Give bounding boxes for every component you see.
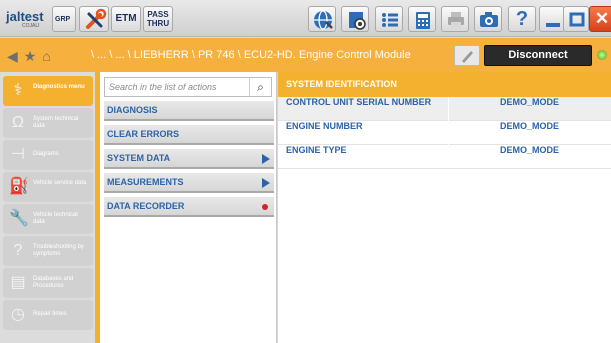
calculator-button[interactable] bbox=[408, 6, 436, 32]
top-toolbar: jaltest COJALI GRP ETM PASS THRU ? ✕ bbox=[0, 0, 611, 37]
stethoscope-icon: ⚕ bbox=[13, 82, 23, 99]
expand-arrow-icon bbox=[262, 154, 270, 164]
sidebar-item-label: System technical data bbox=[33, 116, 79, 129]
document-gear-icon: ▤ bbox=[10, 274, 26, 291]
calculator-icon bbox=[416, 12, 430, 29]
row-value: DEMO_MODE bbox=[500, 121, 560, 131]
sidebar-item-label: Diagnostics menu bbox=[33, 84, 85, 90]
help-button[interactable]: ? bbox=[508, 6, 536, 32]
thru-label: THRU bbox=[146, 19, 170, 28]
printer-icon bbox=[448, 12, 464, 28]
pass-thru-button[interactable]: PASS THRU bbox=[143, 6, 173, 32]
row-key: ENGINE NUMBER bbox=[286, 121, 363, 131]
sidebar-item-vehicle-service-data[interactable]: ⛽ Vehicle service data bbox=[3, 172, 93, 202]
row-key: CONTROL UNIT SERIAL NUMBER bbox=[286, 97, 432, 107]
content-panel: SYSTEM IDENTIFICATION CONTROL UNIT SERIA… bbox=[278, 72, 611, 343]
sidebar-item-system-technical-data[interactable]: Ω System technical data bbox=[3, 108, 93, 138]
wrench-icon: 🔧 bbox=[9, 210, 29, 227]
list-icon bbox=[382, 13, 398, 27]
grp-button[interactable]: GRP bbox=[52, 6, 76, 32]
oil-can-icon: ⛽ bbox=[9, 178, 29, 195]
section-header: SYSTEM IDENTIFICATION bbox=[278, 72, 611, 97]
question-wrench-icon: ? bbox=[13, 242, 23, 259]
sidebar-item-label: Repair times bbox=[33, 311, 67, 317]
sidebar-item-databases-procedures[interactable]: ▤ Databases and Procedures bbox=[3, 268, 93, 298]
wiring-icon bbox=[349, 12, 366, 30]
camera-icon bbox=[480, 12, 498, 27]
list-button[interactable] bbox=[375, 6, 403, 32]
search-icon[interactable]: ⌕ bbox=[249, 78, 271, 96]
breadcrumb-bar: ◀★⌂ \ ... \ ... \ LIEBHERR \ PR 746 \ EC… bbox=[0, 38, 611, 72]
jaltest-window: jaltest COJALI GRP ETM PASS THRU ? ✕ ◀★⌂… bbox=[0, 0, 611, 343]
signature-pen-icon bbox=[462, 51, 473, 63]
etm-button[interactable]: ETM bbox=[111, 6, 141, 32]
table-row: ENGINE TYPE DEMO_MODE bbox=[278, 145, 611, 169]
jaltest-logo: jaltest COJALI bbox=[6, 9, 48, 29]
maximize-icon bbox=[569, 12, 585, 27]
camera-button[interactable] bbox=[474, 6, 502, 32]
sidebar-item-label: Troubleshooting by symptoms bbox=[33, 244, 84, 257]
sidebar-item-repair-times[interactable]: ◷ Repair times bbox=[3, 300, 93, 330]
nav-icons: ◀★⌂ bbox=[7, 48, 57, 65]
action-label: MEASUREMENTS bbox=[107, 177, 184, 187]
expand-arrow-icon bbox=[262, 178, 270, 188]
minimize-button[interactable] bbox=[539, 6, 565, 32]
column-divider bbox=[448, 97, 449, 121]
tools-button[interactable] bbox=[79, 6, 109, 32]
sidebar-item-diagnostics-menu[interactable]: ⚕ Diagnostics menu bbox=[3, 76, 93, 106]
actions-search: ⌕ bbox=[104, 77, 272, 97]
action-label: DIAGNOSIS bbox=[107, 105, 158, 115]
row-value: DEMO_MODE bbox=[500, 97, 560, 107]
back-arrow-icon[interactable]: ◀ bbox=[7, 48, 24, 64]
sidebar-item-vehicle-technical-data[interactable]: 🔧 Vehicle technical data bbox=[3, 204, 93, 234]
diagram-icon: ⊣ bbox=[11, 146, 25, 163]
sidebar-item-troubleshooting[interactable]: ? Troubleshooting by symptoms bbox=[3, 236, 93, 266]
globe-icon bbox=[314, 10, 333, 30]
connection-status-led-icon bbox=[597, 50, 607, 60]
logo-subtext: COJALI bbox=[22, 23, 40, 29]
sidebar-item-label: Vehicle service data bbox=[33, 180, 87, 186]
wrench-screwdriver-icon bbox=[86, 8, 107, 29]
action-label: CLEAR ERRORS bbox=[107, 129, 180, 139]
table-row: ENGINE NUMBER DEMO_MODE bbox=[278, 121, 611, 145]
action-clear-errors[interactable]: CLEAR ERRORS bbox=[104, 125, 274, 145]
search-input[interactable] bbox=[105, 78, 250, 96]
disconnect-button[interactable]: Disconnect bbox=[484, 45, 592, 66]
sidebar-item-label: Diagrams bbox=[33, 151, 59, 157]
breadcrumb: \ ... \ ... \ LIEBHERR \ PR 746 \ ECU2-H… bbox=[91, 49, 411, 61]
action-system-data[interactable]: SYSTEM DATA bbox=[104, 149, 274, 169]
grp-label: GRP bbox=[55, 16, 71, 23]
print-button[interactable] bbox=[441, 6, 469, 32]
record-dot-icon bbox=[262, 204, 268, 210]
column-divider bbox=[448, 121, 449, 145]
sidebar-item-diagrams[interactable]: ⊣ Diagrams bbox=[3, 140, 93, 170]
logo-text: jaltest bbox=[6, 9, 44, 24]
globe-button[interactable] bbox=[308, 6, 336, 32]
action-data-recorder[interactable]: DATA RECORDER bbox=[104, 197, 274, 217]
row-value: DEMO_MODE bbox=[500, 145, 560, 155]
home-icon[interactable]: ⌂ bbox=[42, 48, 56, 64]
favorite-star-icon[interactable]: ★ bbox=[24, 48, 43, 64]
close-button[interactable]: ✕ bbox=[589, 6, 611, 32]
table-row: CONTROL UNIT SERIAL NUMBER DEMO_MODE bbox=[278, 97, 611, 121]
sidebar-item-label: Databases and Procedures bbox=[33, 276, 74, 289]
sign-button[interactable] bbox=[454, 45, 480, 66]
omega-icon: Ω bbox=[12, 114, 24, 131]
row-key: ENGINE TYPE bbox=[286, 145, 347, 155]
pass-label: PASS bbox=[147, 10, 169, 19]
action-measurements[interactable]: MEASUREMENTS bbox=[104, 173, 274, 193]
clock-wrench-icon: ◷ bbox=[11, 306, 25, 323]
sidebar: ⚕ Diagnostics menu Ω System technical da… bbox=[0, 72, 100, 343]
sidebar-item-label: Vehicle technical data bbox=[33, 212, 78, 225]
action-diagnosis[interactable]: DIAGNOSIS bbox=[104, 101, 274, 121]
action-label: DATA RECORDER bbox=[107, 201, 185, 211]
action-label: SYSTEM DATA bbox=[107, 153, 171, 163]
actions-panel: ⌕ DIAGNOSIS CLEAR ERRORS SYSTEM DATA MEA… bbox=[100, 72, 277, 343]
wiring-button[interactable] bbox=[341, 6, 369, 32]
maximize-button[interactable] bbox=[563, 6, 589, 32]
